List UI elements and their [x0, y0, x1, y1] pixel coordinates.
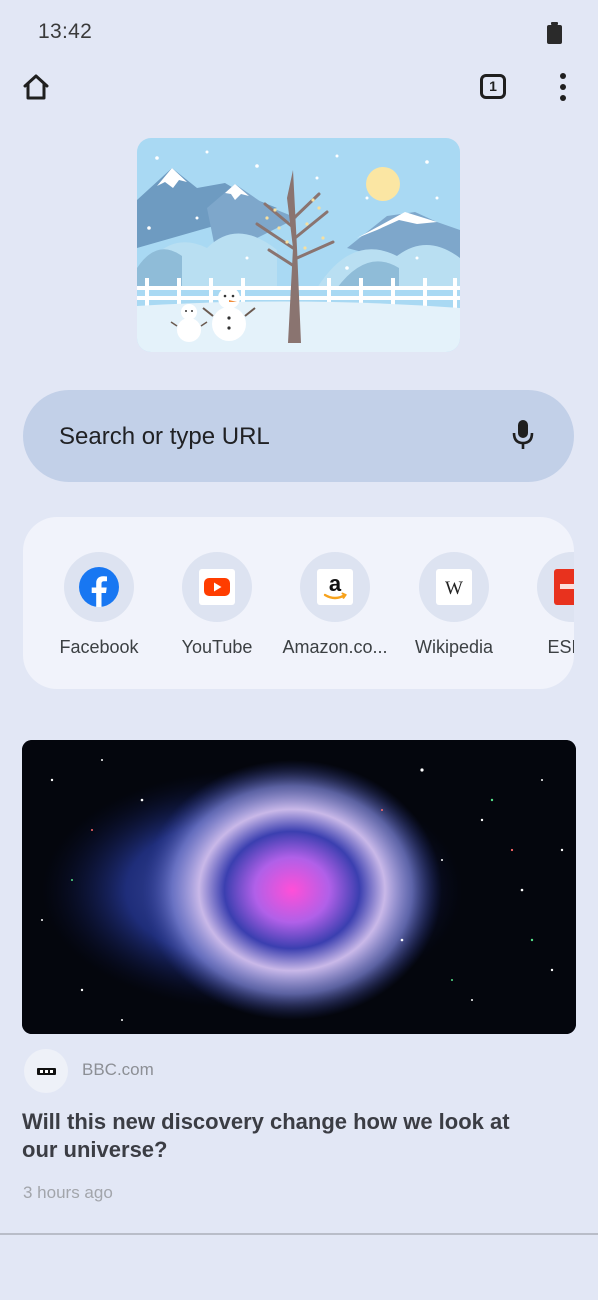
article-timestamp: 3 hours ago — [23, 1183, 113, 1202]
search-placeholder: Search or type URL — [59, 423, 270, 450]
status-time: 13:42 — [38, 20, 93, 43]
amazon-icon: a — [317, 569, 353, 605]
svg-text:a: a — [329, 571, 342, 596]
more-menu-button[interactable] — [552, 72, 574, 102]
browser-toolbar: 1 — [0, 66, 598, 106]
divider — [0, 1233, 598, 1235]
shortcut-label: Wikipedia — [414, 637, 494, 657]
shortcut-label: ESPN — [547, 637, 574, 657]
espn-icon — [554, 569, 574, 605]
tab-switcher-button[interactable]: 1 — [478, 72, 508, 102]
winter-doodle-logo[interactable] — [137, 138, 460, 352]
tab-count: 1 — [480, 74, 506, 99]
home-button[interactable] — [20, 71, 52, 103]
shortcut-amazon[interactable]: a Amazon.co... — [276, 552, 394, 662]
status-bar: 13:42 — [0, 0, 598, 66]
wikipedia-icon: W — [436, 569, 472, 605]
source-name: BBC.com — [82, 1060, 154, 1079]
svg-text:W: W — [445, 578, 463, 599]
article-image[interactable] — [22, 740, 576, 1034]
article-source[interactable]: BBC.com — [22, 1046, 422, 1094]
youtube-icon — [199, 569, 235, 605]
shortcut-wikipedia[interactable]: W Wikipedia — [395, 552, 513, 662]
shortcut-label: Amazon.co... — [282, 637, 388, 657]
shortcut-espn[interactable]: ESPN — [513, 552, 574, 662]
shortcuts-panel: Facebook YouTube a Amazon.co... W Wikipe… — [23, 517, 574, 689]
home-icon — [23, 74, 49, 100]
shortcut-label: YouTube — [181, 637, 253, 657]
shortcut-label: Facebook — [59, 637, 139, 657]
shortcut-youtube[interactable]: YouTube — [158, 552, 276, 662]
microphone-icon[interactable] — [511, 418, 535, 452]
shortcut-facebook[interactable]: Facebook — [40, 552, 158, 662]
article-headline[interactable]: Will this new discovery change how we lo… — [22, 1108, 522, 1164]
battery-icon — [547, 22, 562, 44]
search-box[interactable]: Search or type URL — [23, 390, 574, 482]
bbc-icon — [24, 1049, 68, 1093]
facebook-icon — [79, 567, 119, 607]
